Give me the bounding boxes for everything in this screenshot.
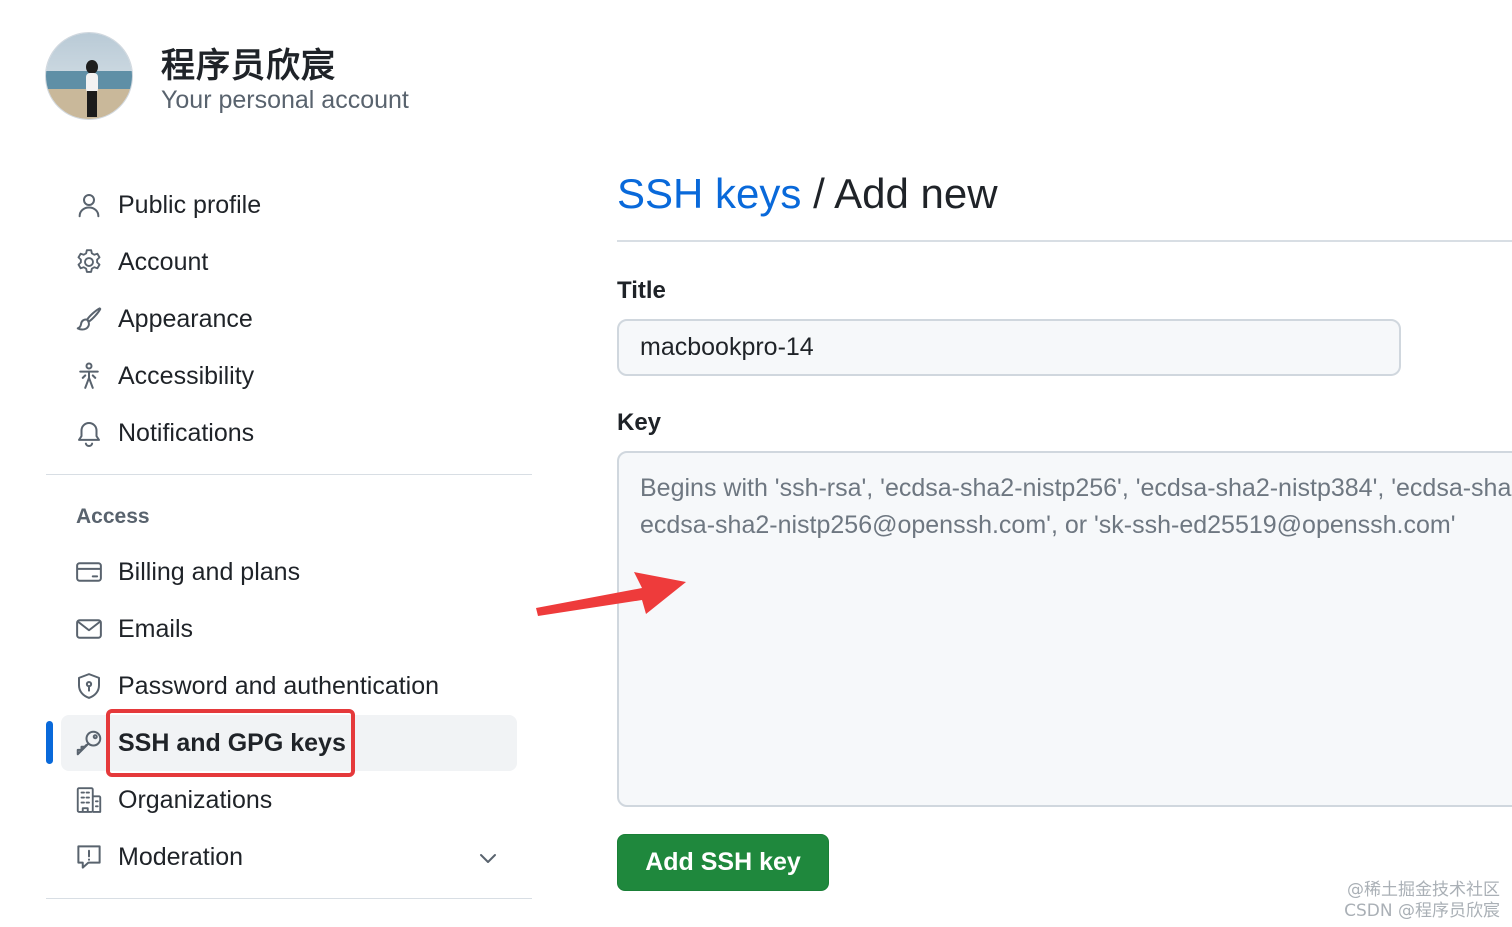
sidebar-item-label: Account — [118, 247, 209, 276]
key-textarea[interactable]: Begins with 'ssh-rsa', 'ecdsa-sha2-nistp… — [617, 451, 1512, 807]
sidebar-item-public-profile[interactable]: Public profile — [61, 177, 517, 233]
avatar[interactable] — [45, 32, 133, 120]
person-icon — [74, 190, 104, 220]
sidebar-item-organizations[interactable]: Organizations — [61, 772, 517, 828]
watermark: @稀土掘金技术社区 CSDN @程序员欣宸 — [1344, 880, 1500, 922]
organization-icon — [74, 785, 104, 815]
sidebar-item-label: Appearance — [118, 304, 253, 333]
sidebar-item-label: Organizations — [118, 785, 273, 814]
sidebar-section-access: Access — [76, 505, 150, 528]
sidebar-item-emails[interactable]: Emails — [61, 601, 517, 657]
mail-icon — [74, 614, 104, 644]
accessibility-icon — [74, 361, 104, 391]
sidebar-item-label: Emails — [118, 614, 194, 643]
title-input[interactable] — [617, 319, 1401, 376]
shield-lock-icon — [74, 671, 104, 701]
sidebar-item-label: Public profile — [118, 190, 262, 219]
active-indicator — [46, 721, 53, 764]
watermark-line1: @稀土掘金技术社区 — [1347, 880, 1500, 900]
annotation-arrow-icon — [536, 572, 686, 616]
account-name: 程序员欣宸 — [161, 46, 336, 86]
sidebar-item-label: Notifications — [118, 418, 255, 447]
report-icon — [74, 842, 104, 872]
page-title: SSH keys / Add new — [617, 170, 998, 218]
sidebar-item-notifications[interactable]: Notifications — [61, 405, 517, 461]
sidebar-item-appearance[interactable]: Appearance — [61, 291, 517, 347]
title-field-label: Title — [617, 277, 666, 304]
watermark-line2: CSDN @程序员欣宸 — [1344, 901, 1500, 921]
settings-page: 程序员欣宸 Your personal account Public profi… — [0, 0, 1512, 927]
paintbrush-icon — [74, 304, 104, 334]
account-subtitle: Your personal account — [161, 86, 409, 114]
sidebar-item-moderation[interactable]: Moderation — [61, 829, 517, 885]
breadcrumb-current: Add new — [834, 170, 998, 217]
add-ssh-key-button[interactable]: Add SSH key — [617, 834, 829, 891]
gear-icon — [74, 247, 104, 277]
breadcrumb-separator: / — [813, 170, 825, 217]
bell-icon — [74, 418, 104, 448]
sidebar-divider — [46, 474, 532, 475]
breadcrumb-ssh-keys-link[interactable]: SSH keys — [617, 170, 801, 217]
key-field-label: Key — [617, 409, 662, 436]
sidebar-item-account[interactable]: Account — [61, 234, 517, 290]
sidebar-item-password[interactable]: Password and authentication — [61, 658, 517, 714]
key-icon — [74, 728, 104, 758]
sidebar-item-label: Moderation — [118, 842, 244, 871]
sidebar-item-accessibility[interactable]: Accessibility — [61, 348, 517, 404]
sidebar-divider-bottom — [46, 898, 532, 899]
chevron-down-icon[interactable] — [476, 846, 500, 870]
key-placeholder-line2: ecdsa-sha2-nistp256@openssh.com', or 'sk… — [640, 511, 1456, 539]
annotation-highlight-box — [106, 709, 355, 777]
sidebar-item-label: Billing and plans — [118, 557, 301, 586]
sidebar-item-billing[interactable]: Billing and plans — [61, 544, 517, 600]
title-divider — [617, 240, 1512, 242]
sidebar-item-label: Accessibility — [118, 361, 255, 390]
key-placeholder-line1: Begins with 'ssh-rsa', 'ecdsa-sha2-nistp… — [640, 474, 1512, 502]
sidebar-item-label: Password and authentication — [118, 671, 440, 700]
credit-card-icon — [74, 557, 104, 587]
